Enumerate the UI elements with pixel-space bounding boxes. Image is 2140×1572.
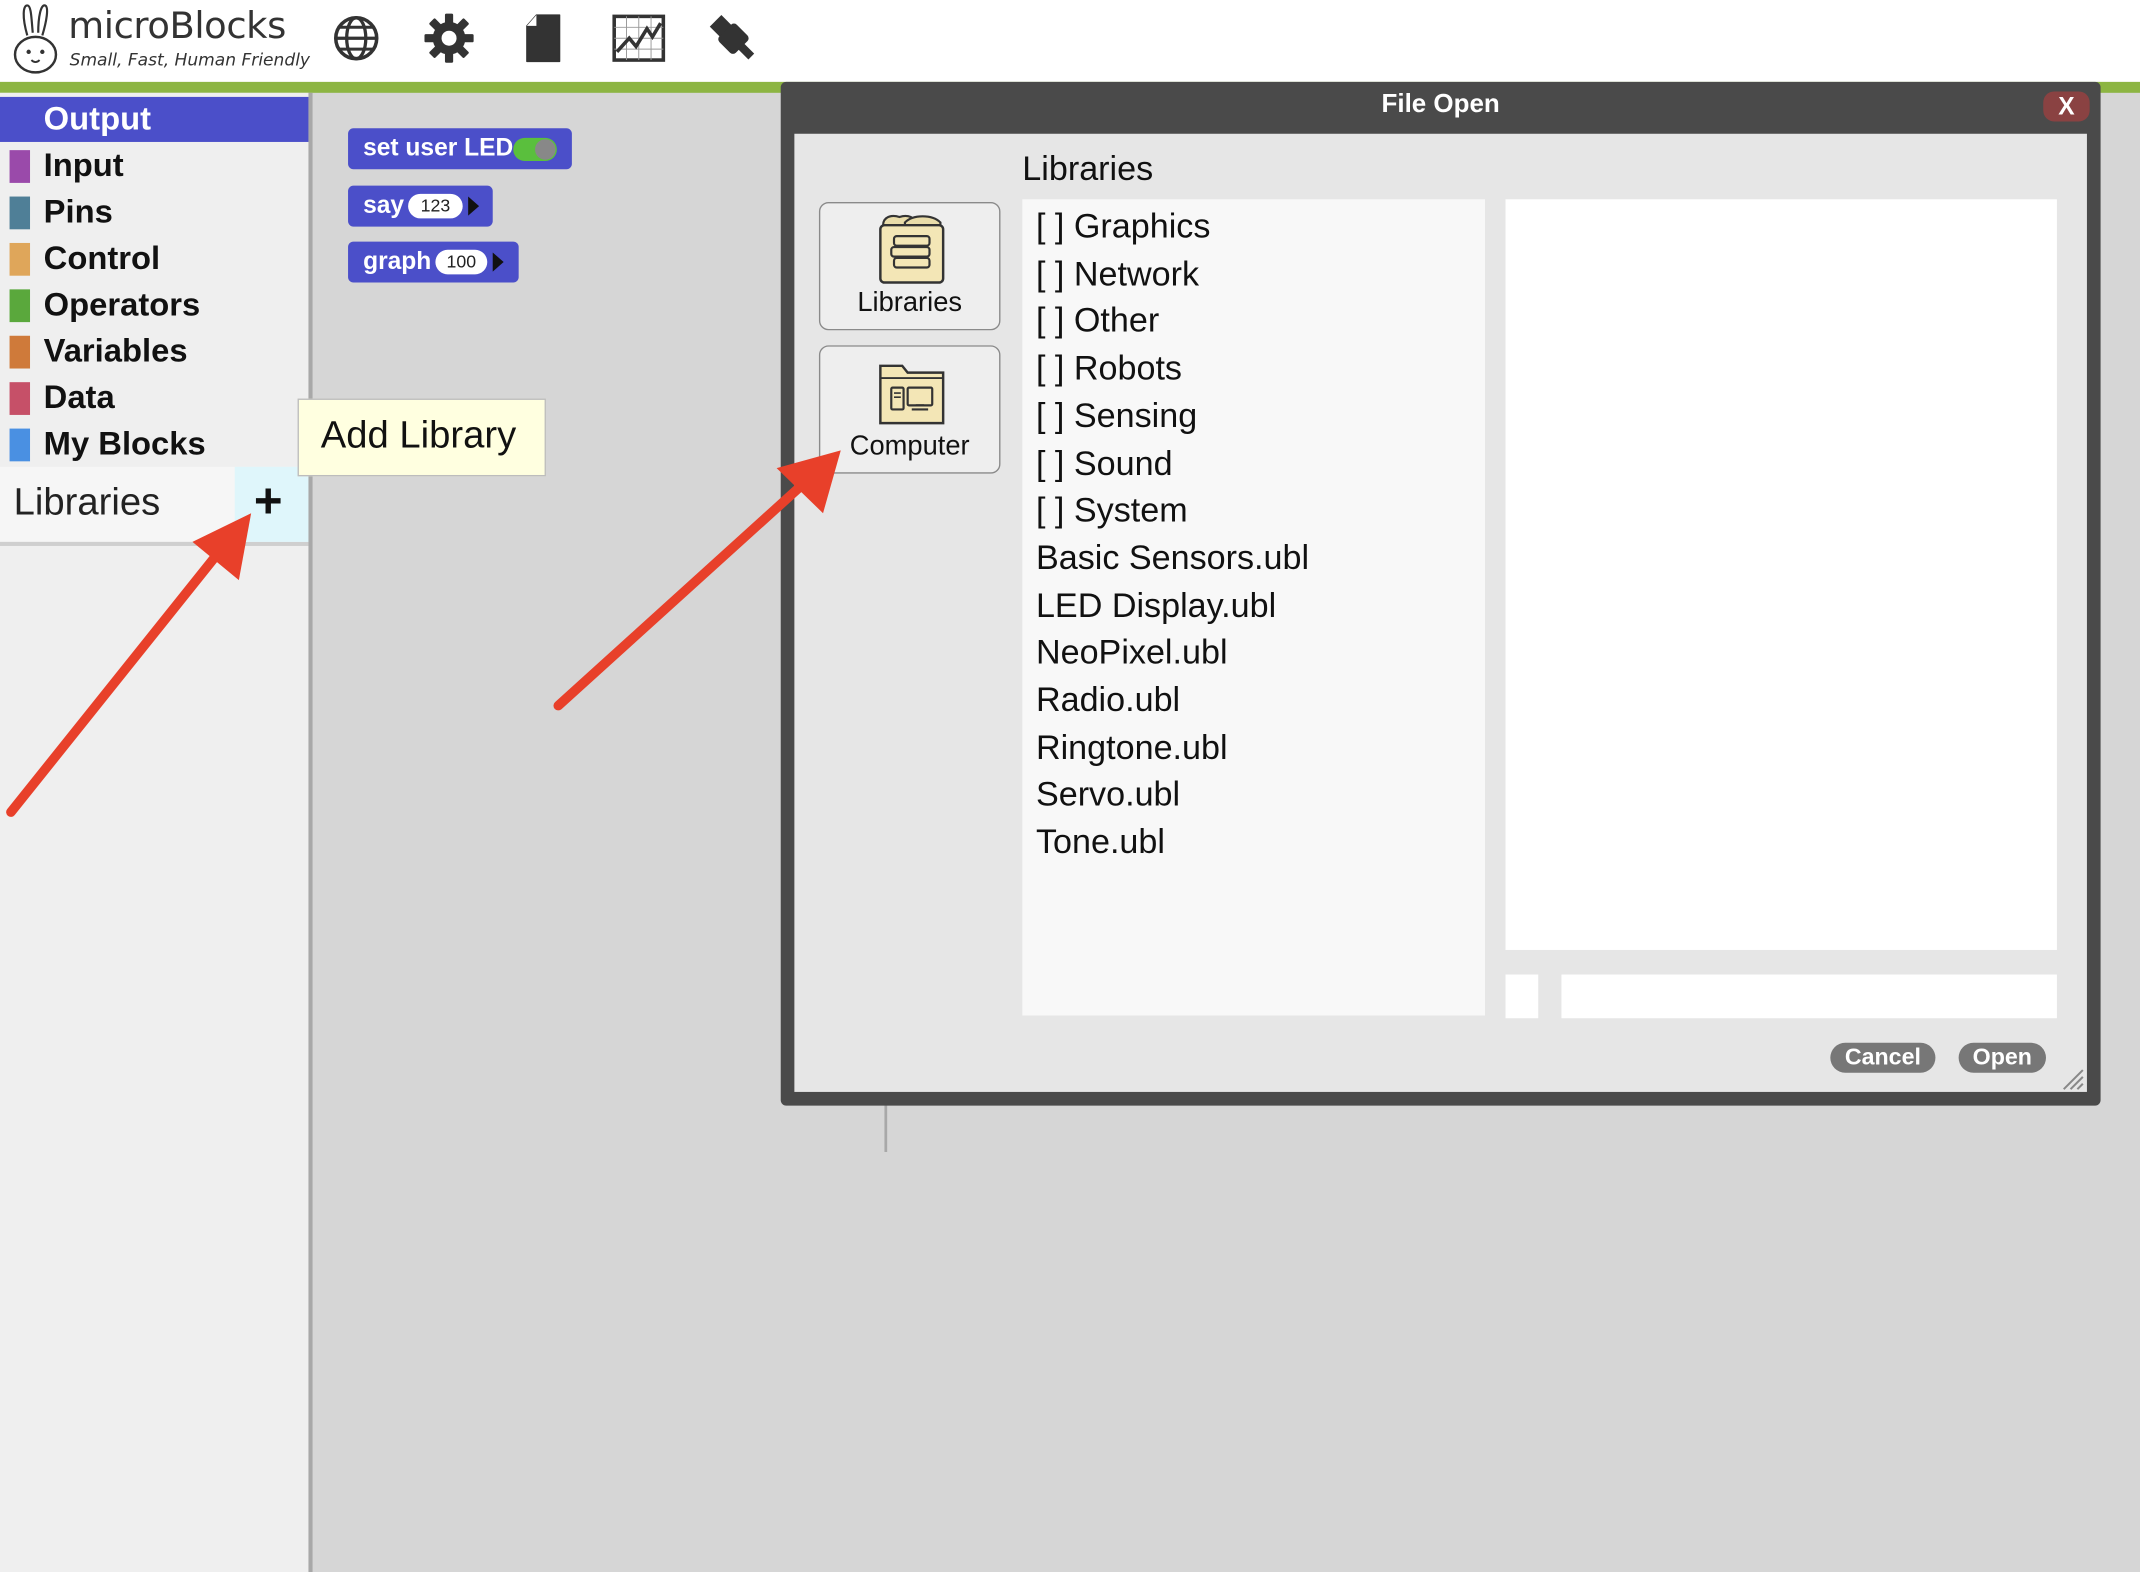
resize-grip-icon[interactable] — [2058, 1065, 2085, 1092]
add-library-button[interactable]: + — [234, 466, 309, 542]
file-list-item[interactable]: LED Display.ubl — [1036, 586, 1276, 626]
plus-icon: + — [253, 472, 283, 529]
file-list-item[interactable]: NeoPixel.ubl — [1036, 634, 1228, 674]
source-label: Libraries — [857, 287, 963, 319]
graph-value-input[interactable]: 100 — [435, 249, 488, 275]
bunny-logo-icon — [13, 4, 58, 74]
usb-plug-icon[interactable] — [706, 11, 761, 66]
file-list-item[interactable]: [ ] Sound — [1036, 444, 1173, 484]
category-color-swatch — [9, 242, 31, 276]
tooltip-text: Add Library — [320, 413, 517, 456]
file-list-item[interactable]: Tone.ubl — [1036, 823, 1165, 863]
file-list-item[interactable]: [ ] Other — [1036, 302, 1159, 342]
file-list-item[interactable]: [ ] System — [1036, 492, 1188, 532]
graph-icon[interactable] — [611, 11, 666, 66]
toggle-knob — [535, 139, 556, 160]
say-block[interactable]: say 123 — [348, 185, 493, 227]
category-palette: Output Input Pins Control Operators Vari… — [0, 92, 309, 1572]
graph-block[interactable]: graph 100 — [348, 241, 519, 283]
pane-divider — [884, 1102, 888, 1152]
file-list-item[interactable]: [ ] Sensing — [1036, 397, 1197, 437]
category-operators[interactable]: Operators — [0, 283, 308, 328]
libraries-section: Libraries + — [0, 466, 309, 546]
expand-arrow-icon[interactable] — [492, 252, 504, 272]
add-library-tooltip: Add Library — [297, 398, 546, 477]
category-label: Output — [43, 101, 152, 138]
dialog-title: File Open — [1381, 90, 1500, 119]
block-label: set user LED — [363, 133, 514, 162]
category-my-blocks[interactable]: My Blocks — [0, 422, 308, 467]
category-color-swatch — [9, 289, 31, 323]
top-bar: microBlocks Small, Fast, Human Friendly — [0, 0, 2140, 82]
books-icon — [879, 214, 945, 284]
file-list-item[interactable]: Ringtone.ubl — [1036, 728, 1228, 768]
category-label: Operators — [43, 286, 201, 324]
category-label: Variables — [43, 333, 188, 370]
computer-source-button[interactable]: Computer — [818, 345, 1001, 474]
preview-pane — [1505, 199, 2057, 950]
category-label: Pins — [43, 193, 113, 231]
category-control[interactable]: Control — [0, 236, 308, 281]
palette-divider[interactable] — [308, 92, 313, 1572]
file-list-title: Libraries — [1022, 150, 1154, 189]
gear-icon[interactable] — [422, 11, 477, 66]
set-user-led-block[interactable]: set user LED — [348, 128, 572, 170]
say-value-input[interactable]: 123 — [408, 193, 463, 219]
category-pins[interactable]: Pins — [0, 190, 308, 235]
expand-arrow-icon[interactable] — [468, 196, 480, 216]
category-label: Input — [43, 147, 124, 185]
category-output[interactable]: Output — [0, 96, 309, 142]
libraries-source-button[interactable]: Libraries — [818, 202, 1001, 331]
category-input[interactable]: Input — [0, 143, 308, 188]
file-type-field[interactable] — [1505, 974, 1539, 1019]
file-open-dialog: File Open X Libraries Computer Libraries… — [780, 81, 2101, 1106]
category-data[interactable]: Data — [0, 375, 308, 420]
file-list-item[interactable]: Radio.ubl — [1036, 681, 1180, 721]
led-toggle[interactable] — [513, 137, 557, 162]
file-list[interactable]: [ ] Graphics [ ] Network [ ] Other [ ] R… — [1022, 199, 1486, 1016]
category-color-swatch — [9, 428, 31, 462]
close-button[interactable]: X — [2043, 91, 2090, 122]
category-color-swatch — [9, 196, 31, 230]
computer-folder-icon — [879, 364, 945, 425]
globe-icon[interactable] — [329, 11, 384, 66]
source-label: Computer — [849, 431, 970, 462]
libraries-label: Libraries — [13, 480, 161, 523]
app-tagline: Small, Fast, Human Friendly — [69, 49, 311, 70]
file-list-item[interactable]: [ ] Robots — [1036, 350, 1182, 390]
file-list-item[interactable]: Basic Sensors.ubl — [1036, 539, 1309, 579]
category-variables[interactable]: Variables — [0, 329, 308, 374]
open-button[interactable]: Open — [1958, 1042, 2046, 1073]
category-color-swatch — [9, 335, 31, 369]
filename-input[interactable] — [1561, 974, 2057, 1019]
category-color-swatch — [9, 150, 31, 183]
category-label: My Blocks — [43, 425, 206, 463]
file-list-item[interactable]: [ ] Graphics — [1036, 207, 1210, 247]
cancel-button[interactable]: Cancel — [1830, 1042, 1936, 1073]
app-name: microBlocks — [68, 5, 286, 48]
category-label: Control — [43, 240, 161, 278]
category-color-swatch — [9, 382, 31, 415]
dialog-body: Libraries Computer Libraries [ ] Graphic… — [794, 133, 2087, 1092]
block-label: say — [363, 191, 405, 219]
file-icon[interactable] — [516, 11, 571, 66]
category-label: Data — [43, 379, 115, 417]
block-label: graph — [363, 247, 432, 275]
file-list-item[interactable]: Servo.ubl — [1036, 776, 1180, 816]
file-list-item[interactable]: [ ] Network — [1036, 255, 1199, 295]
